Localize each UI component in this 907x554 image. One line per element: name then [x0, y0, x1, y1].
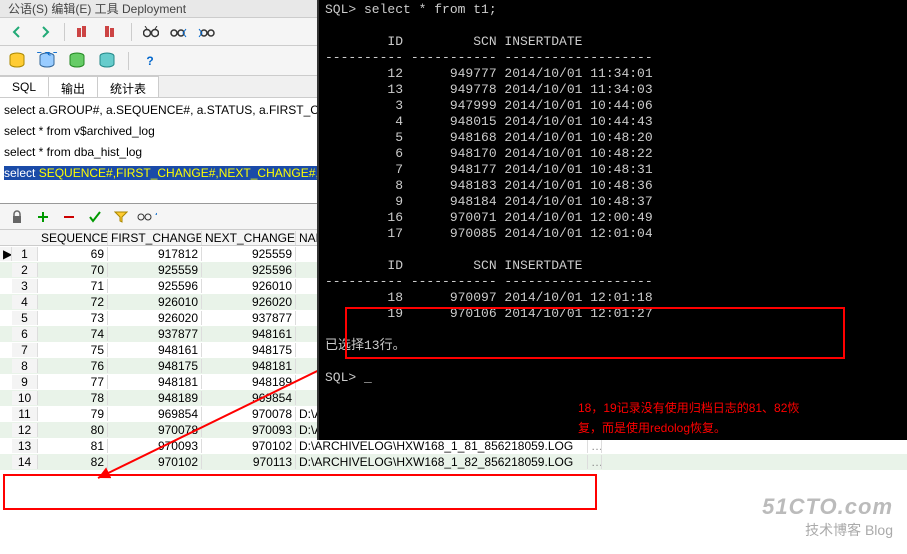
- row-number: 1: [12, 247, 38, 261]
- table-row[interactable]: 1482970102970113D:\ARCHIVELOG\HXW168_1_8…: [0, 454, 907, 470]
- menubar-text: 公语(S) 编辑(E) 工具 Deployment: [8, 0, 186, 17]
- row-number: 12: [12, 423, 38, 437]
- row-number: 13: [12, 439, 38, 453]
- stack-right-icon[interactable]: [101, 21, 123, 43]
- db-sql-icon[interactable]: SQL: [36, 50, 58, 72]
- cell-sequence: 80: [38, 423, 108, 437]
- cell-sequence: 73: [38, 311, 108, 325]
- cell-first-change: 926010: [108, 295, 202, 309]
- row-number: 3: [12, 279, 38, 293]
- binoculars-left-icon[interactable]: [168, 21, 190, 43]
- svg-text:SQL: SQL: [37, 52, 57, 56]
- col-sequence[interactable]: SEQUENCE#: [38, 231, 108, 245]
- cell-next-change: 925596: [202, 263, 296, 277]
- cell-name: D:\ARCHIVELOG\HXW168_1_82_856218059.LOG: [296, 455, 588, 469]
- cell-sequence: 72: [38, 295, 108, 309]
- lock-icon[interactable]: [6, 206, 28, 228]
- row-number: 4: [12, 295, 38, 309]
- cell-next-change: 926010: [202, 279, 296, 293]
- separator: [131, 23, 132, 41]
- cell-first-change: 926020: [108, 311, 202, 325]
- cell-next-change: 948181: [202, 359, 296, 373]
- annotation-text: 18，19记录没有使用归档日志的81、82恢 复，而是使用redolog恢复。: [578, 398, 898, 438]
- cell-next-change: 970078: [202, 407, 296, 421]
- cell-next-change: 937877: [202, 311, 296, 325]
- cell-sequence: 70: [38, 263, 108, 277]
- tab-sql[interactable]: SQL: [0, 76, 49, 97]
- cell-first-change: 948161: [108, 343, 202, 357]
- minus-icon[interactable]: [58, 206, 80, 228]
- db-cyan-icon[interactable]: [96, 50, 118, 72]
- cell-sequence: 82: [38, 455, 108, 469]
- cell-next-change: 948189: [202, 375, 296, 389]
- query-icon[interactable]: ?: [136, 206, 158, 228]
- row-number: 14: [12, 455, 38, 469]
- row-number: 5: [12, 311, 38, 325]
- cell-more[interactable]: …: [588, 455, 602, 469]
- cell-name: D:\ARCHIVELOG\HXW168_1_81_856218059.LOG: [296, 439, 588, 453]
- row-number: 9: [12, 375, 38, 389]
- cell-first-change: 948175: [108, 359, 202, 373]
- row-number: 6: [12, 327, 38, 341]
- nav-back-btn[interactable]: [6, 21, 28, 43]
- table-row[interactable]: 1381970093970102D:\ARCHIVELOG\HXW168_1_8…: [0, 438, 907, 454]
- cell-next-change: 948161: [202, 327, 296, 341]
- cell-first-change: 970102: [108, 455, 202, 469]
- cell-first-change: 969854: [108, 407, 202, 421]
- cell-first-change: 917812: [108, 247, 202, 261]
- binoculars-icon[interactable]: [140, 21, 162, 43]
- cell-first-change: 925596: [108, 279, 202, 293]
- row-number: 2: [12, 263, 38, 277]
- db-yellow-icon[interactable]: [6, 50, 28, 72]
- row-number: 10: [12, 391, 38, 405]
- cell-first-change: 948189: [108, 391, 202, 405]
- row-number: 11: [12, 407, 38, 421]
- cell-sequence: 69: [38, 247, 108, 261]
- cell-next-change: 969854: [202, 391, 296, 405]
- cell-sequence: 75: [38, 343, 108, 357]
- nav-fwd-btn[interactable]: [34, 21, 56, 43]
- binoculars-right-icon[interactable]: [196, 21, 218, 43]
- svg-text:?: ?: [155, 211, 157, 223]
- stack-left-icon[interactable]: [73, 21, 95, 43]
- row-number: 7: [12, 343, 38, 357]
- cell-next-change: 970093: [202, 423, 296, 437]
- watermark: 51CTO.com 技术博客 Blog: [762, 494, 893, 540]
- cell-first-change: 970078: [108, 423, 202, 437]
- cell-first-change: 937877: [108, 327, 202, 341]
- cell-sequence: 81: [38, 439, 108, 453]
- cell-next-change: 926020: [202, 295, 296, 309]
- cell-sequence: 79: [38, 407, 108, 421]
- check-icon[interactable]: [84, 206, 106, 228]
- cell-next-change: 970102: [202, 439, 296, 453]
- cell-first-change: 925559: [108, 263, 202, 277]
- separator: [128, 52, 129, 70]
- cell-sequence: 76: [38, 359, 108, 373]
- cell-sequence: 77: [38, 375, 108, 389]
- cell-first-change: 948181: [108, 375, 202, 389]
- cell-next-change: 925559: [202, 247, 296, 261]
- plus-icon[interactable]: [32, 206, 54, 228]
- highlight-grid-rows: [3, 474, 597, 510]
- cell-sequence: 78: [38, 391, 108, 405]
- cell-sequence: 71: [38, 279, 108, 293]
- row-marker: ▶: [0, 247, 12, 261]
- filter-icon[interactable]: [110, 206, 132, 228]
- cell-first-change: 970093: [108, 439, 202, 453]
- col-first-change[interactable]: FIRST_CHANGE#: [108, 231, 202, 245]
- col-next-change[interactable]: NEXT_CHANGE#: [202, 231, 296, 245]
- cell-next-change: 948175: [202, 343, 296, 357]
- separator: [64, 23, 65, 41]
- row-number: 8: [12, 359, 38, 373]
- cell-more[interactable]: …: [588, 439, 602, 453]
- terminal[interactable]: SQL> select * from t1; ID SCN INSERTDATE…: [317, 0, 907, 440]
- tab-output[interactable]: 输出: [49, 76, 98, 97]
- help-button[interactable]: ?: [139, 50, 161, 72]
- db-green-icon[interactable]: [66, 50, 88, 72]
- cell-sequence: 74: [38, 327, 108, 341]
- cell-next-change: 970113: [202, 455, 296, 469]
- tab-stats[interactable]: 统计表: [98, 76, 159, 97]
